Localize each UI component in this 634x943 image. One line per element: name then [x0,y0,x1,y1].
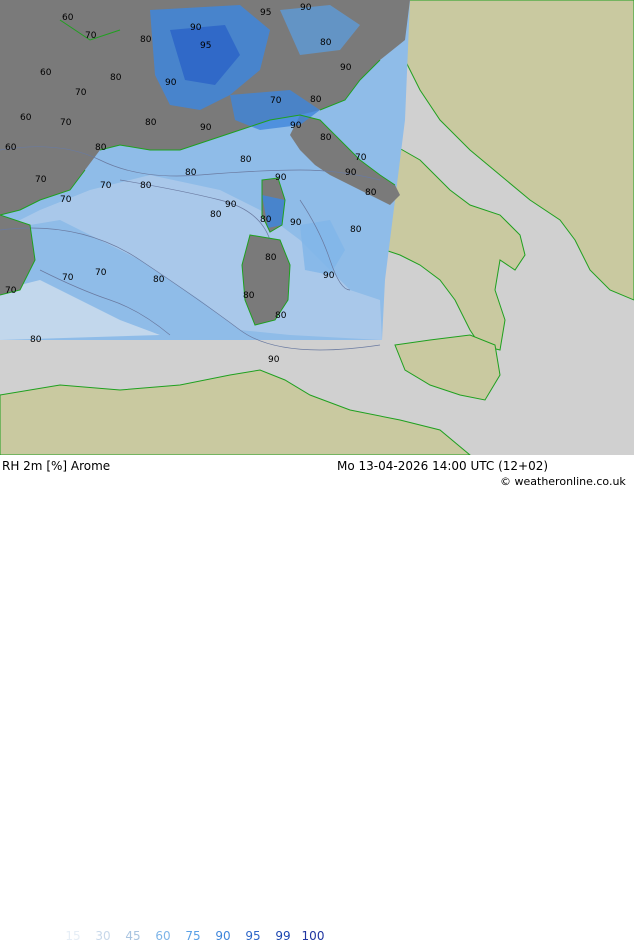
legend-value: 75 [185,929,201,943]
contour-label: 80 [140,35,152,45]
contour-label: 80 [275,311,287,321]
map-datetime: Mo 13-04-2026 14:00 UTC (12+02) [337,459,549,473]
contour-label: 80 [240,155,252,165]
copyright: © weatheronline.co.uk [500,475,626,488]
legend-value: 60 [155,929,171,943]
contour-label: 60 [40,68,52,78]
contour-label: 95 [200,41,211,51]
contour-label: 60 [5,143,17,153]
contour-label: 80 [260,215,272,225]
contour-label: 90 [200,123,212,133]
contour-label: 95 [260,8,271,18]
color-legend: 15 30 45 60 75 90 95 99 100 [58,929,328,943]
contour-label: 60 [62,13,74,23]
contour-label: 90 [300,3,312,13]
contour-label: 90 [340,63,352,73]
legend-value: 45 [125,929,141,943]
contour-label: 80 [145,118,157,128]
contour-label: 70 [95,268,107,278]
weather-map: 60 70 80 90 95 60 70 80 90 95 60 70 80 9… [0,0,634,455]
contour-label: 80 [110,73,122,83]
map-title: RH 2m [%] Arome [2,459,111,473]
contour-label: 80 [320,133,332,143]
legend-value: 30 [95,929,111,943]
contour-label: 90 [268,355,280,365]
legend-value: 95 [245,929,261,943]
contour-label: 80 [243,291,255,301]
contour-label: 70 [75,88,87,98]
contour-label: 90 [290,121,302,131]
contour-label: 80 [185,168,197,178]
contour-label: 90 [190,23,202,33]
legend-value: 15 [65,929,81,943]
contour-label: 90 [165,78,177,88]
contour-label: 80 [365,188,377,198]
contour-label: 70 [60,118,72,128]
contour-label: 80 [320,38,332,48]
legend-value: 100 [301,929,325,943]
contour-label: 90 [275,173,287,183]
contour-label: 90 [323,271,335,281]
contour-label: 90 [345,168,357,178]
contour-label: 90 [290,218,302,228]
legend-value: 90 [215,929,231,943]
contour-label: 70 [5,286,17,296]
contour-label: 80 [265,253,277,263]
contour-label: 70 [85,31,97,41]
contour-label: 90 [225,200,237,210]
contour-label: 80 [153,275,165,285]
contour-label: 70 [355,153,367,163]
contour-label: 80 [95,143,107,153]
contour-label: 70 [60,195,72,205]
contour-label: 60 [20,113,32,123]
contour-label: 80 [210,210,222,220]
contour-label: 70 [35,175,47,185]
legend-value: 99 [275,929,291,943]
contour-label: 80 [350,225,362,235]
contour-label: 80 [140,181,152,191]
contour-label: 80 [30,335,42,345]
contour-label: 70 [270,96,282,106]
contour-label: 80 [310,95,322,105]
contour-label: 70 [62,273,74,283]
map-footer: RH 2m [%] Arome Mo 13-04-2026 14:00 UTC … [0,455,634,943]
contour-label: 70 [100,181,112,191]
